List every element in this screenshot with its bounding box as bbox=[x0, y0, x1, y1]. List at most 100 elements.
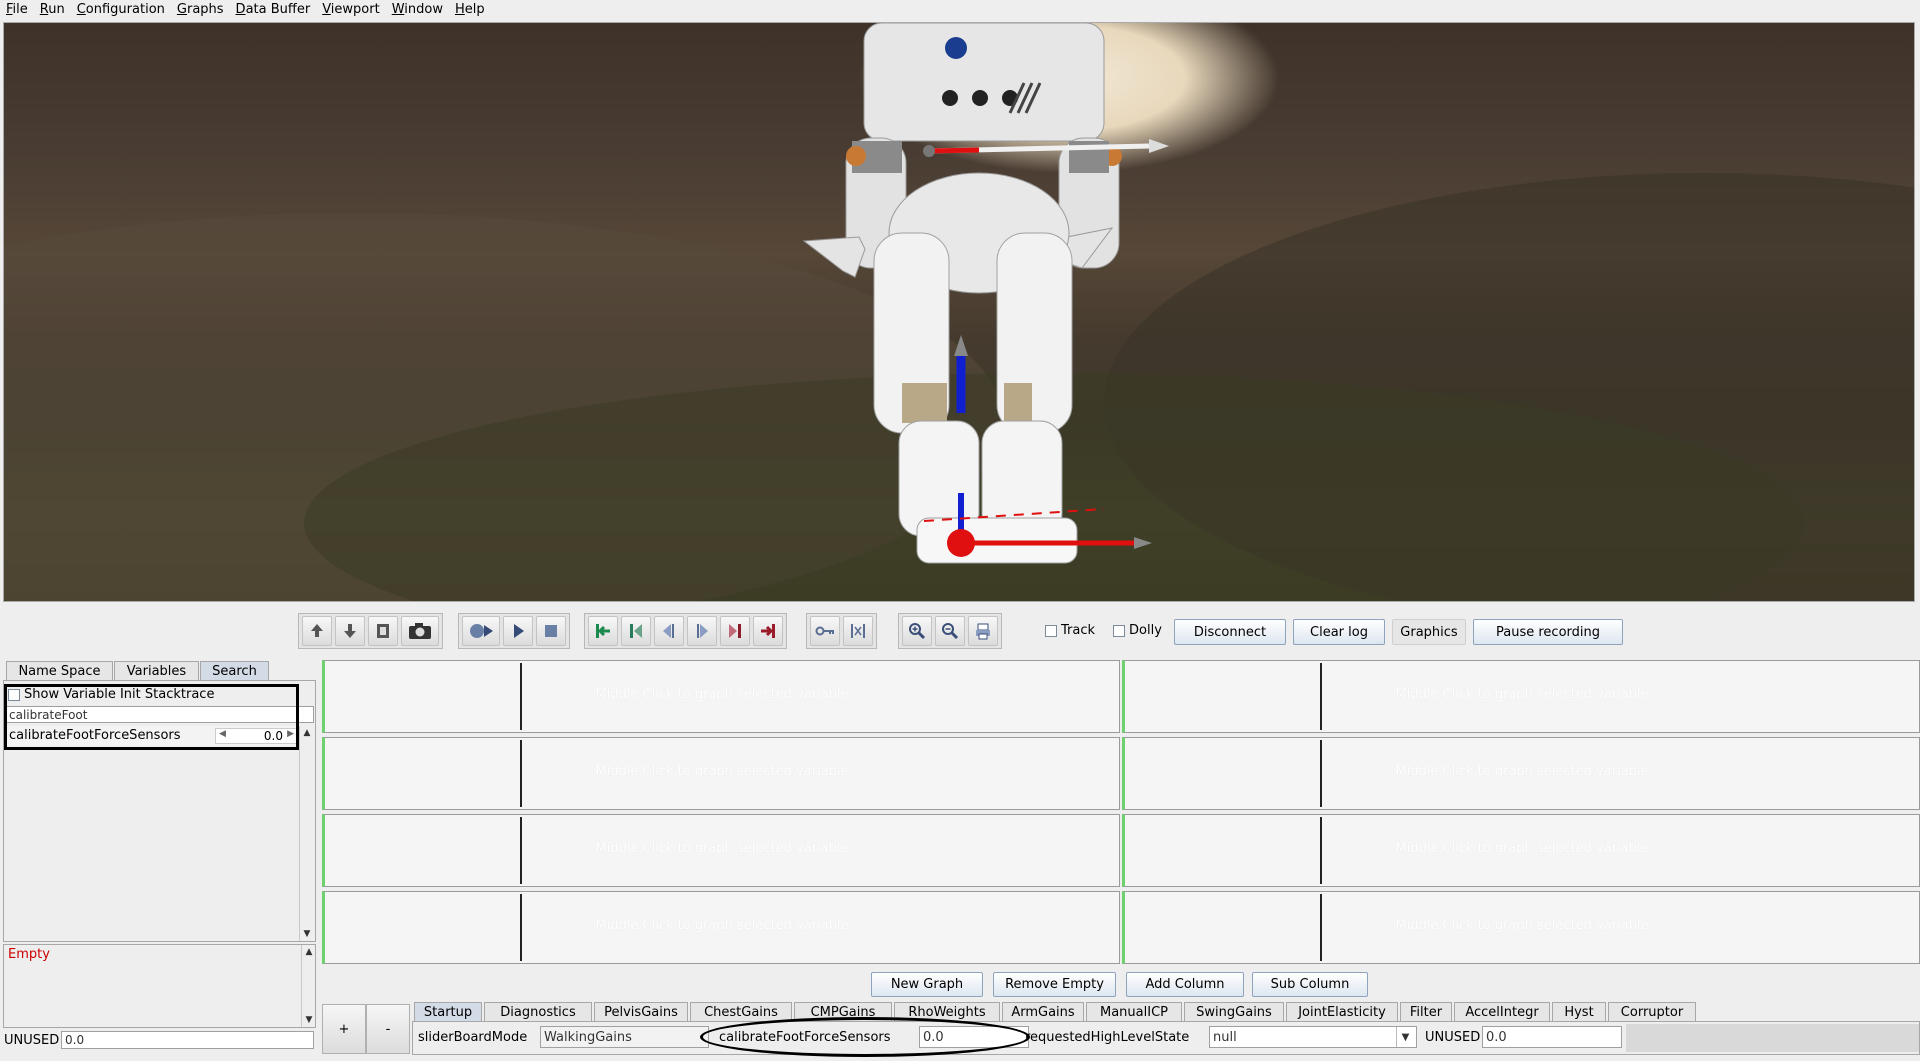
bottom-unused-input[interactable]: 0.0 bbox=[1482, 1026, 1622, 1048]
zoom-out-icon[interactable] bbox=[935, 616, 965, 646]
graph-placeholder: Middle Click to graph selected variable bbox=[595, 918, 849, 933]
dolly-checkbox-box[interactable] bbox=[1113, 624, 1125, 637]
file-toolbar-group bbox=[298, 613, 443, 649]
stacktrace-panel: Empty ▲ ▼ bbox=[3, 944, 316, 1028]
left-unused-label: UNUSED bbox=[4, 1032, 60, 1048]
track-checkbox-box[interactable] bbox=[1045, 624, 1057, 637]
robot-model[interactable] bbox=[4, 23, 1915, 602]
tab-manual-icp[interactable]: ManualICP bbox=[1086, 1002, 1182, 1021]
highlight-box bbox=[4, 684, 299, 750]
3d-viewport[interactable] bbox=[3, 22, 1915, 602]
graph-panel[interactable]: Middle Click to graph selected variable bbox=[1122, 737, 1920, 810]
tab-startup[interactable]: Startup bbox=[414, 1002, 482, 1021]
tab-hyst[interactable]: Hyst bbox=[1552, 1002, 1606, 1021]
menu-file[interactable]: File bbox=[0, 1, 34, 19]
graph-panel[interactable]: Middle Click to graph selected variable bbox=[1122, 814, 1920, 887]
goto-end-icon[interactable] bbox=[753, 616, 783, 646]
crop-icon[interactable] bbox=[843, 616, 873, 646]
tab-variables[interactable]: Variables bbox=[114, 661, 199, 680]
new-graph-button[interactable]: New Graph bbox=[871, 972, 983, 997]
camera-icon[interactable] bbox=[401, 616, 439, 646]
nasa-badge-icon bbox=[945, 37, 967, 59]
zoom-toolbar-group bbox=[898, 613, 1002, 649]
playback-toolbar: Track Dolly Disconnect Clear log Graphic… bbox=[0, 610, 1920, 652]
track-checkbox[interactable]: Track bbox=[1045, 623, 1095, 638]
remove-tab-button[interactable]: - bbox=[366, 1004, 410, 1054]
graph-placeholder: Middle Click to graph selected variable bbox=[595, 687, 849, 702]
graph-placeholder: Middle Click to graph selected variable bbox=[1395, 764, 1649, 779]
graph-panel[interactable]: Middle Click to graph selected variable bbox=[322, 737, 1120, 810]
graph-placeholder: Middle Click to graph selected variable bbox=[1395, 687, 1649, 702]
step-forward-icon[interactable] bbox=[687, 616, 717, 646]
stacktrace-scrollbar[interactable]: ▲ ▼ bbox=[301, 945, 315, 1027]
record-icon[interactable] bbox=[462, 616, 500, 646]
tab-joint-elasticity[interactable]: JointElasticity bbox=[1286, 1002, 1398, 1021]
disconnect-button[interactable]: Disconnect bbox=[1174, 619, 1286, 645]
graph-panel[interactable]: Middle Click to graph selected variable bbox=[322, 891, 1120, 964]
menu-run[interactable]: Run bbox=[34, 1, 71, 19]
tab-corruptor[interactable]: Corruptor bbox=[1608, 1002, 1696, 1021]
upload-icon[interactable] bbox=[302, 616, 332, 646]
key-icon[interactable] bbox=[810, 616, 840, 646]
graph-panel[interactable]: Middle Click to graph selected variable bbox=[1122, 660, 1920, 733]
goto-start-icon[interactable] bbox=[588, 616, 618, 646]
step-back-icon[interactable] bbox=[654, 616, 684, 646]
scroll-down-icon[interactable]: ▼ bbox=[302, 929, 312, 939]
graph-placeholder: Middle Click to graph selected variable bbox=[595, 764, 849, 779]
slider-board-mode-dropdown[interactable]: WalkingGains bbox=[540, 1026, 709, 1048]
tab-chest-gains[interactable]: ChestGains bbox=[690, 1002, 792, 1021]
tab-accel-integr[interactable]: AccelIntegr bbox=[1454, 1002, 1550, 1021]
tab-arm-gains[interactable]: ArmGains bbox=[1002, 1002, 1084, 1021]
key-toolbar-group bbox=[806, 613, 877, 649]
graphics-toggle-button[interactable]: Graphics bbox=[1392, 619, 1466, 645]
goto-in-point-icon[interactable] bbox=[621, 616, 651, 646]
clear-log-button[interactable]: Clear log bbox=[1293, 619, 1385, 645]
left-unused-input[interactable]: 0.0 bbox=[61, 1031, 314, 1049]
menu-data-buffer[interactable]: Data Buffer bbox=[230, 1, 317, 19]
remove-empty-button[interactable]: Remove Empty bbox=[993, 972, 1116, 997]
pause-recording-button[interactable]: Pause recording bbox=[1473, 619, 1623, 645]
scroll-down-icon[interactable]: ▼ bbox=[304, 1015, 314, 1025]
empty-label: Empty bbox=[8, 947, 50, 962]
stop-icon[interactable] bbox=[536, 616, 566, 646]
print-icon[interactable] bbox=[968, 616, 998, 646]
tab-filter[interactable]: Filter bbox=[1400, 1002, 1452, 1021]
tab-name-space[interactable]: Name Space bbox=[6, 661, 113, 680]
graph-placeholder: Middle Click to graph selected variable bbox=[595, 841, 849, 856]
chevron-down-icon[interactable]: ▼ bbox=[1396, 1027, 1414, 1047]
add-column-button[interactable]: Add Column bbox=[1126, 972, 1244, 997]
graph-panel[interactable]: Middle Click to graph selected variable bbox=[322, 660, 1120, 733]
tab-search[interactable]: Search bbox=[200, 661, 269, 680]
search-results-scrollbar[interactable]: ▲ ▼ bbox=[299, 726, 313, 941]
bottom-unused-label: UNUSED bbox=[1425, 1030, 1481, 1045]
download-icon[interactable] bbox=[335, 616, 365, 646]
dolly-label: Dolly bbox=[1129, 623, 1162, 638]
dolly-checkbox[interactable]: Dolly bbox=[1113, 623, 1162, 638]
menu-window[interactable]: Window bbox=[386, 1, 449, 19]
menu-bar: File Run Configuration Graphs Data Buffe… bbox=[0, 0, 1920, 20]
film-icon[interactable] bbox=[368, 616, 398, 646]
sub-column-button[interactable]: Sub Column bbox=[1252, 972, 1368, 997]
step-toolbar-group bbox=[584, 613, 787, 649]
tab-swing-gains[interactable]: SwingGains bbox=[1184, 1002, 1284, 1021]
goto-out-point-icon[interactable] bbox=[720, 616, 750, 646]
menu-graphs[interactable]: Graphs bbox=[171, 1, 230, 19]
tab-pelvis-gains[interactable]: PelvisGains bbox=[594, 1002, 688, 1021]
requested-state-label: requestedHighLevelState bbox=[1025, 1030, 1190, 1045]
slider-board-panel: sliderBoardMode WalkingGains calibrateFo… bbox=[412, 1017, 1920, 1057]
zoom-in-icon[interactable] bbox=[902, 616, 932, 646]
graph-panel[interactable]: Middle Click to graph selected variable bbox=[1122, 891, 1920, 964]
menu-help[interactable]: Help bbox=[449, 1, 491, 19]
scroll-up-icon[interactable]: ▲ bbox=[304, 947, 314, 957]
menu-viewport[interactable]: Viewport bbox=[316, 1, 386, 19]
menu-configuration[interactable]: Configuration bbox=[71, 1, 171, 19]
slider-board-mode-label: sliderBoardMode bbox=[418, 1030, 528, 1045]
search-panel: Show Variable Init Stacktrace calibrateF… bbox=[3, 680, 316, 942]
requested-state-dropdown[interactable]: null ▼ bbox=[1209, 1026, 1417, 1048]
scroll-up-icon[interactable]: ▲ bbox=[302, 728, 312, 738]
play-icon[interactable] bbox=[503, 616, 533, 646]
graph-panel[interactable]: Middle Click to graph selected variable bbox=[322, 814, 1120, 887]
add-tab-button[interactable]: + bbox=[322, 1004, 366, 1054]
graph-placeholder: Middle Click to graph selected variable bbox=[1395, 841, 1649, 856]
tab-diagnostics[interactable]: Diagnostics bbox=[484, 1002, 592, 1021]
